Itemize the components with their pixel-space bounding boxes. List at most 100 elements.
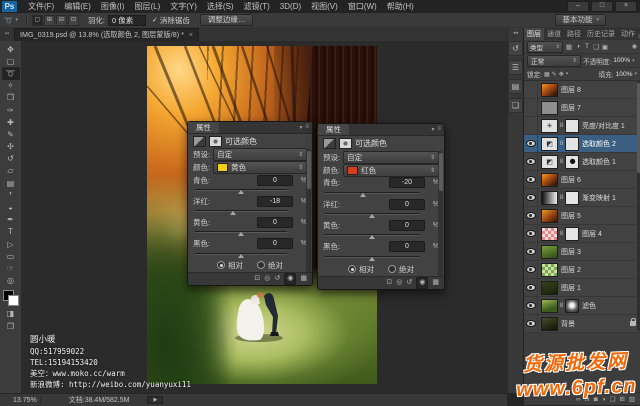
fill-value[interactable]: 100% <box>616 71 633 78</box>
slider-track[interactable] <box>325 232 419 240</box>
previous-state-icon[interactable]: ◎ <box>264 274 270 284</box>
layer-thumbnail[interactable] <box>541 317 558 331</box>
eye-icon[interactable] <box>526 194 536 201</box>
mask-link-icon[interactable]: 8 <box>558 303 565 309</box>
layer-thumbnail[interactable] <box>541 245 558 259</box>
slider-thumb[interactable] <box>369 235 375 239</box>
delete-adjustment-icon[interactable]: ▦ <box>300 274 307 284</box>
menu-item-11[interactable]: 帮助(H) <box>382 0 419 13</box>
visibility-cell[interactable] <box>524 81 538 98</box>
layer-row-选取颜色 2[interactable]: ◩8选取颜色 2 <box>524 135 640 153</box>
slider-track[interactable] <box>195 187 287 195</box>
panel-tab-历史记录[interactable]: 历史记录 <box>584 28 618 40</box>
layer-row-图层 6[interactable]: 图层 6 <box>524 171 640 189</box>
layer-thumbnail[interactable] <box>541 299 558 313</box>
lasso-tool[interactable]: ➰ <box>2 67 20 79</box>
layer-row-图层 8[interactable]: 图层 8 <box>524 81 640 99</box>
toggle-visibility-icon[interactable]: ◉ <box>284 273 296 285</box>
lock-pixels-icon[interactable]: ✎ <box>552 71 557 78</box>
panel-menu-icon[interactable]: ≡ <box>437 126 441 133</box>
brush-tool[interactable]: ✎ <box>2 128 20 140</box>
menu-item-7[interactable]: 滤镜(T) <box>239 0 275 13</box>
marquee-tool[interactable]: ▢ <box>2 55 20 67</box>
slider-thumb[interactable] <box>369 257 375 261</box>
chevron-down-icon[interactable]: ▾ <box>634 71 637 77</box>
panel-title-bar[interactable]: 属性▾≡ <box>318 124 444 136</box>
visibility-cell[interactable] <box>524 135 538 152</box>
preset-dropdown[interactable]: 自定⇕ <box>343 151 439 164</box>
mask-target-icon[interactable] <box>339 138 352 149</box>
shape-tool[interactable]: ▭ <box>2 250 20 262</box>
filter-type-icon[interactable]: T <box>583 43 591 51</box>
eye-icon[interactable] <box>526 230 536 237</box>
filter-toggle-icon[interactable]: ◉ <box>632 43 637 50</box>
layer-thumbnail[interactable] <box>541 173 558 187</box>
preset-dropdown[interactable]: 自定⇕ <box>213 148 307 161</box>
layer-row-图层 1[interactable]: 图层 1 <box>524 279 640 297</box>
radio-相对[interactable]: 相对 <box>217 260 243 271</box>
slider-value-input[interactable]: 0 <box>257 238 293 249</box>
eraser-tool[interactable]: ▱ <box>2 165 20 177</box>
layer-thumbnail[interactable] <box>541 101 558 115</box>
eye-icon[interactable] <box>526 158 536 165</box>
slider-track[interactable] <box>325 254 419 262</box>
collapse-panel-icon[interactable]: ▾ <box>431 126 434 133</box>
type-tool[interactable]: T <box>2 226 20 238</box>
close-button[interactable]: × <box>615 1 637 12</box>
menu-item-8[interactable]: 3D(D) <box>275 0 306 13</box>
notes-panel-icon[interactable]: ❏ <box>508 98 523 113</box>
path-selection-tool[interactable]: ▷ <box>2 238 20 250</box>
layer-mask-thumbnail[interactable] <box>565 191 579 205</box>
layer-name[interactable]: 渐变映射 1 <box>582 193 616 203</box>
layer-row-图层 7[interactable]: 图层 7 <box>524 99 640 117</box>
eyedropper-tool[interactable]: ✑ <box>2 104 20 116</box>
eye-icon[interactable] <box>526 302 536 309</box>
new-selection-icon[interactable]: ▢ <box>32 15 43 26</box>
layer-row-背景[interactable]: 背景 <box>524 315 640 333</box>
panel-tab-动作[interactable]: 动作 <box>618 28 638 40</box>
layer-thumbnail[interactable] <box>541 281 558 295</box>
slider-value-input[interactable]: 0 <box>257 217 293 228</box>
radio-绝对[interactable]: 绝对 <box>257 260 283 271</box>
eye-icon[interactable] <box>526 284 536 291</box>
layer-name[interactable]: 图层 5 <box>561 211 581 221</box>
slider-value-input[interactable]: 0 <box>389 199 425 210</box>
color-dropdown[interactable]: 红色⇕ <box>343 164 439 177</box>
slider-value-input[interactable]: -18 <box>257 196 293 207</box>
expand-dock-icon[interactable]: ◂◂ <box>513 30 518 36</box>
quick-selection-tool[interactable]: ✧ <box>2 80 20 92</box>
layer-name[interactable]: 亮度/对比度 1 <box>582 121 625 131</box>
filter-kind-dropdown[interactable]: 类型 ⇕ <box>527 41 563 53</box>
slider-value-input[interactable]: 0 <box>257 175 293 186</box>
add-mask-icon[interactable]: ◙ <box>594 396 598 403</box>
visibility-cell[interactable] <box>524 153 538 170</box>
slider-thumb[interactable] <box>238 232 244 236</box>
slider-thumb[interactable] <box>238 254 244 258</box>
layer-row-图层 4[interactable]: 8图层 4 <box>524 225 640 243</box>
visibility-cell[interactable] <box>524 261 538 278</box>
layer-name[interactable]: 图层 3 <box>561 247 581 257</box>
panel-tab-通道[interactable]: 通道 <box>544 28 564 40</box>
slider-value-input[interactable]: 0 <box>389 220 425 231</box>
menu-item-9[interactable]: 视图(V) <box>306 0 343 13</box>
mask-link-icon[interactable]: 8 <box>558 231 565 237</box>
dodge-tool[interactable]: ◒ <box>2 201 20 213</box>
mask-link-icon[interactable]: 8 <box>558 141 565 147</box>
layer-name[interactable]: 图层 8 <box>561 85 581 95</box>
layer-mask-thumbnail[interactable] <box>565 137 579 151</box>
lock-transparent-icon[interactable]: ▦ <box>544 71 550 78</box>
mask-link-icon[interactable]: 8 <box>558 195 565 201</box>
zoom-level-field[interactable]: 13.75% <box>10 397 41 404</box>
reset-adjustment-icon[interactable]: ↺ <box>274 274 280 284</box>
gradient-tool[interactable]: ▤ <box>2 177 20 189</box>
layer-name[interactable]: 图层 1 <box>561 283 581 293</box>
layer-mask-thumbnail[interactable] <box>565 227 579 241</box>
workspace-switcher-button[interactable]: 基本功能 ▾ <box>555 14 606 26</box>
radio-相对[interactable]: 相对 <box>348 264 374 275</box>
layer-thumbnail[interactable] <box>541 209 558 223</box>
collapse-panel-icon[interactable]: ▾ <box>299 124 302 131</box>
slider-track[interactable] <box>325 211 419 219</box>
panel-menu-icon[interactable]: ≡ <box>305 124 309 131</box>
clip-to-layer-icon[interactable]: ⊡ <box>254 274 260 284</box>
eye-icon[interactable] <box>526 212 536 219</box>
